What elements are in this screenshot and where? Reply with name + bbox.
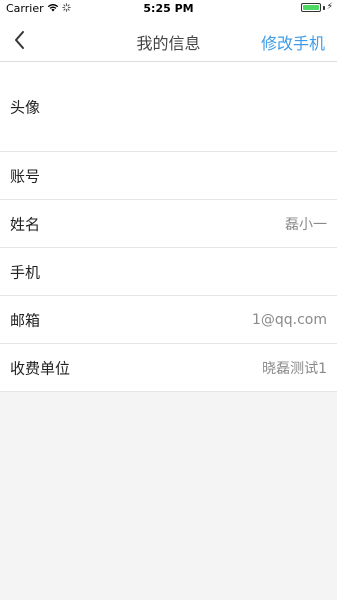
row-label: 姓名 bbox=[10, 215, 41, 233]
change-phone-button[interactable]: 修改手机 bbox=[261, 30, 325, 54]
row-label: 账号 bbox=[10, 167, 41, 185]
row-label: 头像 bbox=[10, 98, 41, 116]
row-label: 邮箱 bbox=[10, 311, 41, 329]
row-label: 手机 bbox=[10, 263, 41, 281]
row-billing-unit[interactable]: 收费单位 晓磊测试1 bbox=[0, 344, 337, 392]
row-phone[interactable]: 手机 bbox=[0, 248, 337, 296]
info-list: 头像 账号 姓名 磊小一 手机 邮箱 1@qq.com 收费单位 晓磊测试1 bbox=[0, 62, 337, 392]
row-name[interactable]: 姓名 磊小一 bbox=[0, 200, 337, 248]
battery-icon bbox=[300, 3, 321, 12]
row-avatar[interactable]: 头像 bbox=[0, 62, 337, 152]
row-email[interactable]: 邮箱 1@qq.com bbox=[0, 296, 337, 344]
status-time: 5:25 PM bbox=[143, 2, 194, 15]
battery-tip bbox=[322, 5, 325, 10]
row-value: 磊小一 bbox=[285, 216, 327, 233]
battery-fill bbox=[302, 5, 319, 10]
status-right: ⚡ bbox=[300, 2, 333, 12]
status-bar: Carrier 5:25 PM ⚡ bbox=[0, 0, 337, 18]
row-value: 晓磊测试1 bbox=[262, 360, 327, 377]
row-label: 收费单位 bbox=[10, 359, 71, 377]
nav-bar: 我的信息 修改手机 bbox=[0, 18, 337, 62]
row-value: 1@qq.com bbox=[251, 311, 327, 328]
row-account[interactable]: 账号 bbox=[0, 152, 337, 200]
charging-icon: ⚡ bbox=[326, 2, 333, 12]
